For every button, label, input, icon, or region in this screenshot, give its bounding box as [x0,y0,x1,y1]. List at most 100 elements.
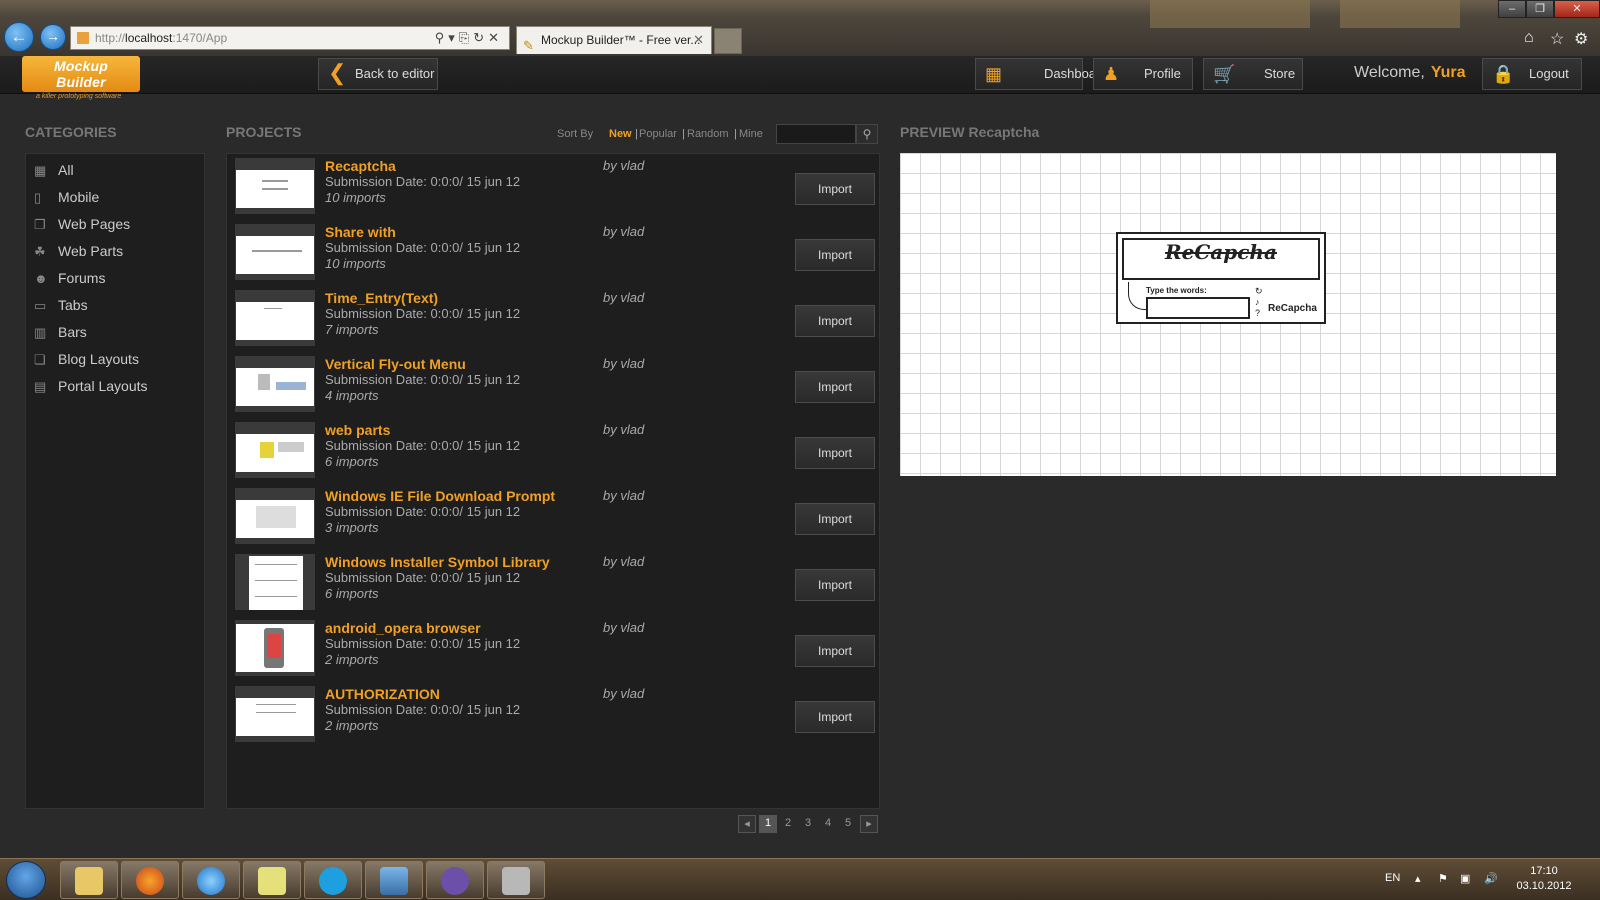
taskbar-clock[interactable]: 17:10 03.10.2012 [1514,864,1574,894]
maximize-icon[interactable]: ❐ [1526,0,1554,18]
taskbar-visual-studio[interactable] [426,861,484,899]
project-title[interactable]: Windows Installer Symbol Library [325,554,550,570]
taskbar-skype[interactable] [304,861,362,899]
thumb-mark [264,308,282,309]
project-thumbnail[interactable] [235,620,315,676]
import-button[interactable]: Import [795,437,875,469]
project-title[interactable]: android_opera browser [325,620,481,636]
project-title[interactable]: Windows IE File Download Prompt [325,488,555,504]
page-2[interactable]: 2 [779,815,797,833]
category-tabs[interactable]: ▭ Tabs [34,297,88,319]
sort-new[interactable]: New [609,128,632,140]
import-button[interactable]: Import [795,503,875,535]
new-tab-button[interactable] [714,28,742,54]
project-row[interactable]: AUTHORIZATION Submission Date: 0:0:0/ 15… [235,682,875,746]
logo[interactable]: Mockup Builder a killer prototyping soft… [22,56,147,100]
language-indicator[interactable]: EN [1385,872,1400,884]
category-web-parts[interactable]: ☘ Web Parts [34,243,123,265]
categories-title: CATEGORIES [25,124,117,140]
project-thumbnail[interactable] [235,290,315,346]
category-all[interactable]: ▦ All [34,162,74,184]
page-3[interactable]: 3 [799,815,817,833]
show-hidden-icons-icon[interactable]: ▴ [1415,872,1421,885]
import-button[interactable]: Import [795,239,875,271]
project-thumbnail[interactable] [235,224,315,280]
taskbar-explorer[interactable] [60,861,118,899]
taskbar-notes[interactable] [243,861,301,899]
import-button[interactable]: Import [795,305,875,337]
username[interactable]: Yura [1431,64,1466,81]
forward-arrow-icon[interactable]: → [40,24,66,50]
logout-button[interactable]: 🔒 Logout [1482,58,1582,90]
start-button-icon[interactable] [6,861,46,899]
next-page-icon[interactable]: ▸ [860,815,878,833]
project-title[interactable]: Recaptcha [325,158,396,174]
dashboard-button[interactable]: ▦ Dashboard [975,58,1108,90]
profile-button[interactable]: ♟ Profile [1093,58,1193,90]
project-title[interactable]: Vertical Fly-out Menu [325,356,466,372]
page-4[interactable]: 4 [819,815,837,833]
favorites-star-icon[interactable]: ☆ [1550,29,1564,49]
address-bar[interactable]: http://localhost:1470/App ⚲▾⎘↻✕ [70,26,510,50]
category-forums[interactable]: ☻ Forums [34,270,105,292]
project-row[interactable]: Windows Installer Symbol Library Submiss… [235,550,875,614]
import-button[interactable]: Import [795,371,875,403]
sort-mine[interactable]: Mine [739,128,763,140]
browser-tab[interactable]: ✎ Mockup Builder™ - Free ver... ✕ [516,26,712,54]
category-bars[interactable]: ▥ Bars [34,324,87,346]
project-title[interactable]: Share with [325,224,396,240]
page-5[interactable]: 5 [839,815,857,833]
back-to-editor-button[interactable]: ❮ Back to editor [318,58,438,90]
action-center-flag-icon[interactable]: ⚑ [1438,872,1448,885]
import-button[interactable]: Import [795,635,875,667]
volume-icon[interactable]: 🔊 [1484,872,1498,885]
project-row[interactable]: android_opera browser Submission Date: 0… [235,616,875,680]
close-window-icon[interactable]: ✕ [1554,0,1600,18]
back-arrow-icon[interactable]: ← [4,22,34,52]
import-button[interactable]: Import [795,701,875,733]
project-row[interactable]: Time_Entry(Text) Submission Date: 0:0:0/… [235,286,875,350]
project-row[interactable]: Recaptcha Submission Date: 0:0:0/ 15 jun… [235,154,875,218]
project-thumbnail[interactable] [235,356,315,412]
taskbar-tools[interactable] [487,861,545,899]
project-thumbnail[interactable] [235,422,315,478]
project-row[interactable]: Windows IE File Download Prompt Submissi… [235,484,875,548]
project-date: Submission Date: 0:0:0/ 15 jun 12 [325,636,521,651]
category-blog-layouts[interactable]: ❏ Blog Layouts [34,351,139,373]
bars-icon: ▥ [34,325,47,340]
browser-chrome: ← → http://localhost:1470/App ⚲▾⎘↻✕ ✎ Mo… [0,0,1600,56]
project-title[interactable]: AUTHORIZATION [325,686,440,702]
store-button[interactable]: 🛒 Store [1203,58,1303,90]
prev-page-icon[interactable]: ◂ [738,815,756,833]
category-web-pages[interactable]: ❐ Web Pages [34,216,130,238]
page-1[interactable]: 1 [759,815,777,833]
import-button[interactable]: Import [795,569,875,601]
thumb-mark [256,712,296,713]
sort-popular[interactable]: Popular [639,128,677,140]
minimize-icon[interactable]: – [1498,0,1526,18]
search-icon[interactable]: ⚲ [856,124,878,144]
home-icon[interactable]: ⌂ [1524,29,1534,47]
project-row[interactable]: Share with Submission Date: 0:0:0/ 15 ju… [235,220,875,284]
project-thumbnail[interactable] [235,554,315,610]
project-thumbnail[interactable] [235,686,315,742]
category-portal-layouts[interactable]: ▤ Portal Layouts [34,378,148,400]
project-row[interactable]: web parts Submission Date: 0:0:0/ 15 jun… [235,418,875,482]
taskbar-firefox[interactable] [121,861,179,899]
settings-gear-icon[interactable]: ⚙ [1574,29,1588,49]
tab-close-icon[interactable]: ✕ [693,27,704,53]
address-tools-icon[interactable]: ⚲▾⎘↻✕ [435,27,503,49]
import-button[interactable]: Import [795,173,875,205]
taskbar-ie[interactable] [182,861,240,899]
project-row[interactable]: Vertical Fly-out Menu Submission Date: 0… [235,352,875,416]
thumb-mark [258,374,270,390]
project-thumbnail[interactable] [235,158,315,214]
project-title[interactable]: web parts [325,422,390,438]
project-thumbnail[interactable] [235,488,315,544]
search-input[interactable] [776,124,856,144]
category-mobile[interactable]: ▯ Mobile [34,189,99,211]
sort-random[interactable]: Random [687,128,729,140]
network-icon[interactable]: ▣ [1460,872,1470,885]
project-title[interactable]: Time_Entry(Text) [325,290,438,306]
taskbar-photos[interactable] [365,861,423,899]
